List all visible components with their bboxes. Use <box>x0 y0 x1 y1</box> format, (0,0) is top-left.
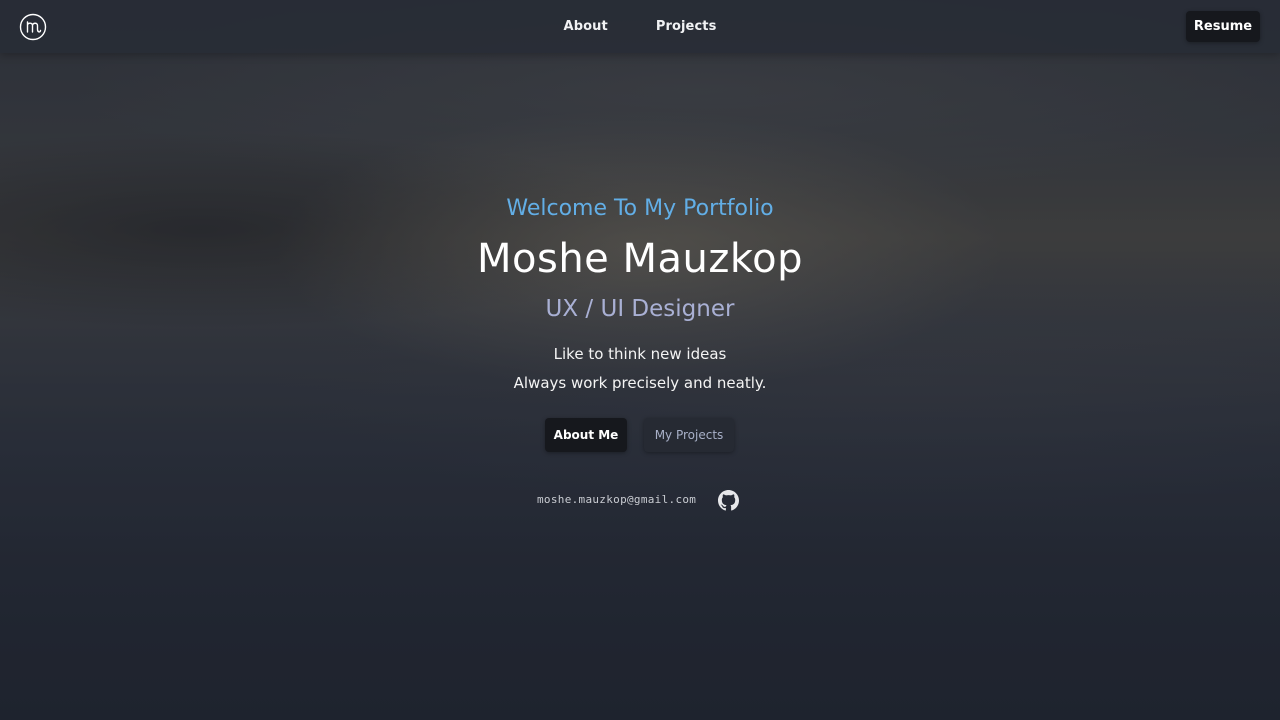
primary-nav: About Projects <box>0 0 1280 53</box>
resume-button[interactable]: Resume <box>1186 11 1260 42</box>
my-projects-button[interactable]: My Projects <box>644 418 734 452</box>
hero-section: Welcome To My Portfolio Moshe Mauzkop UX… <box>0 0 1280 720</box>
tagline-line-2: Always work precisely and neatly. <box>513 374 767 392</box>
top-navbar: About Projects Resume <box>0 0 1280 53</box>
email-link[interactable]: moshe.mauzkop@gmail.com <box>537 493 696 506</box>
about-me-button[interactable]: About Me <box>545 418 627 452</box>
nav-link-about[interactable]: About <box>564 19 608 34</box>
tagline-line-1: Like to think new ideas <box>553 345 727 363</box>
nav-link-projects[interactable]: Projects <box>656 19 717 34</box>
github-icon[interactable] <box>718 490 739 511</box>
welcome-heading: Welcome To My Portfolio <box>506 196 774 221</box>
owner-name-title: Moshe Mauzkop <box>477 236 803 282</box>
role-subtitle: UX / UI Designer <box>545 296 735 322</box>
